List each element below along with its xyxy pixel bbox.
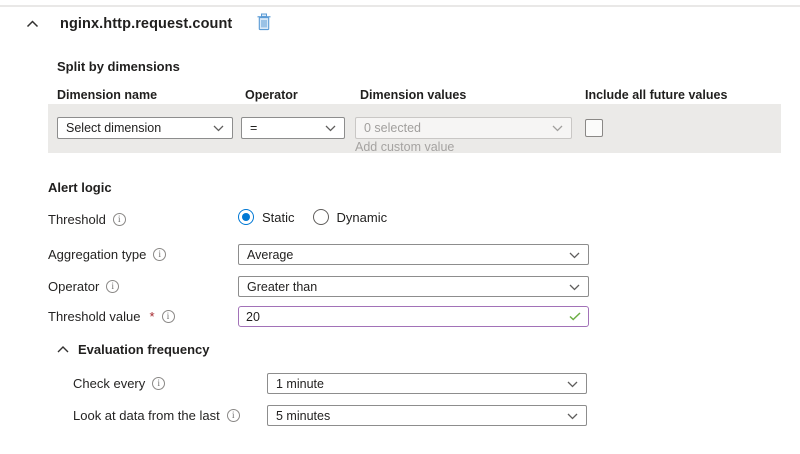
threshold-value-label: Threshold value * xyxy=(48,306,175,327)
dimension-values-dropdown[interactable]: 0 selected xyxy=(355,117,572,139)
lookback-dropdown[interactable]: 5 minutes xyxy=(267,405,587,426)
top-divider xyxy=(0,5,800,7)
chevron-down-icon xyxy=(213,121,224,135)
lookback-label: Look at data from the last xyxy=(73,405,240,426)
metric-title: nginx.http.request.count xyxy=(60,16,232,32)
column-header-dimension-values: Dimension values xyxy=(360,88,466,102)
threshold-label: Threshold xyxy=(48,210,126,228)
alert-logic-heading: Alert logic xyxy=(48,180,112,195)
evaluation-frequency-heading: Evaluation frequency xyxy=(78,342,209,357)
aggregation-type-dropdown-value: Average xyxy=(247,248,293,262)
radio-unselected-icon xyxy=(313,209,329,225)
split-by-dimensions-heading: Split by dimensions xyxy=(57,59,180,74)
delete-condition-button[interactable] xyxy=(256,13,272,34)
column-header-dimension-name: Dimension name xyxy=(57,88,157,102)
operator-dropdown-value: Greater than xyxy=(247,280,317,294)
chevron-down-icon xyxy=(552,121,563,135)
trash-icon xyxy=(256,13,272,34)
info-icon[interactable] xyxy=(152,377,165,390)
dimension-name-dropdown[interactable]: Select dimension xyxy=(57,117,233,139)
check-every-dropdown[interactable]: 1 minute xyxy=(267,373,587,394)
threshold-static-radio[interactable]: Static xyxy=(238,209,295,225)
threshold-value-field-wrap xyxy=(238,306,589,327)
aggregation-type-label: Aggregation type xyxy=(48,244,166,265)
lookback-dropdown-value: 5 minutes xyxy=(276,409,330,423)
chevron-up-icon[interactable] xyxy=(26,20,39,28)
dimension-values-dropdown-value: 0 selected xyxy=(364,121,421,135)
include-all-future-values-checkbox[interactable] xyxy=(585,119,603,137)
metric-alert-condition-panel: nginx.http.request.count Split by dimens… xyxy=(0,0,800,454)
chevron-up-icon[interactable] xyxy=(57,346,69,353)
chevron-down-icon xyxy=(569,280,580,294)
column-header-include-all-future-values: Include all future values xyxy=(585,88,727,102)
metric-condition-header: nginx.http.request.count xyxy=(26,13,272,34)
info-icon[interactable] xyxy=(106,280,119,293)
threshold-radio-group: Static Dynamic xyxy=(238,209,387,225)
valid-check-icon xyxy=(569,308,581,326)
chevron-down-icon xyxy=(567,409,578,423)
aggregation-type-dropdown[interactable]: Average xyxy=(238,244,589,265)
check-every-label: Check every xyxy=(73,373,165,394)
chevron-down-icon xyxy=(567,377,578,391)
dimension-operator-dropdown[interactable]: = xyxy=(241,117,345,139)
info-icon[interactable] xyxy=(162,310,175,323)
column-header-operator: Operator xyxy=(245,88,298,102)
threshold-dynamic-radio[interactable]: Dynamic xyxy=(313,209,388,225)
required-asterisk: * xyxy=(150,309,155,324)
info-icon[interactable] xyxy=(153,248,166,261)
add-custom-value-link[interactable]: Add custom value xyxy=(355,140,454,154)
chevron-down-icon xyxy=(325,121,336,135)
operator-dropdown[interactable]: Greater than xyxy=(238,276,589,297)
chevron-down-icon xyxy=(569,248,580,262)
check-every-dropdown-value: 1 minute xyxy=(276,377,324,391)
info-icon[interactable] xyxy=(113,213,126,226)
evaluation-frequency-header: Evaluation frequency xyxy=(57,342,209,357)
dimension-name-dropdown-value: Select dimension xyxy=(66,121,161,135)
threshold-value-input[interactable] xyxy=(246,310,569,324)
operator-label: Operator xyxy=(48,276,119,297)
radio-selected-icon xyxy=(238,209,254,225)
dimension-operator-dropdown-value: = xyxy=(250,121,257,135)
info-icon[interactable] xyxy=(227,409,240,422)
